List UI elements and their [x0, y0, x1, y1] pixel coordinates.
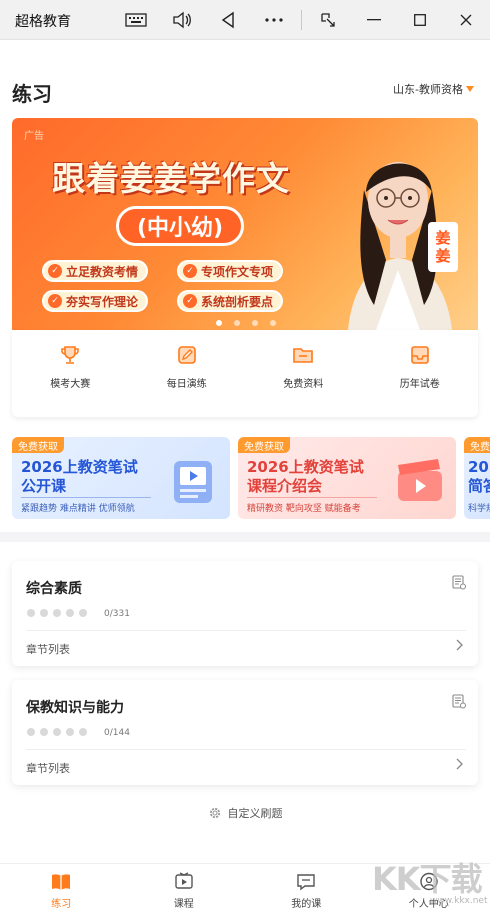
- report-icon[interactable]: [452, 694, 466, 709]
- teacher-name-tag: 姜姜: [428, 222, 458, 272]
- carousel-dot[interactable]: [234, 320, 240, 326]
- nav-label: 我的课: [291, 899, 322, 910]
- video-icon: [175, 872, 193, 889]
- ad-tag: 广告: [24, 131, 44, 142]
- subject-card[interactable]: 保教知识与能力 0/144 章节列表: [12, 680, 478, 785]
- folder-icon: [293, 348, 314, 363]
- nav-tab-practice[interactable]: 练习: [0, 864, 123, 911]
- quick-entry-label: 每日演练: [166, 379, 207, 390]
- promo-card-course-intro[interactable]: 免费获取 2026上教资笔试 课程介绍会 精研教资 靶向攻坚 赋能备考: [238, 437, 456, 519]
- quick-entry-past-papers[interactable]: 历年试卷: [362, 330, 479, 417]
- check-icon: ✓: [183, 264, 197, 278]
- quick-entry-label: 历年试卷: [399, 379, 440, 390]
- carousel-dot[interactable]: [252, 320, 258, 326]
- volume-icon[interactable]: [170, 8, 194, 32]
- watermark-text: KK下载: [372, 860, 483, 898]
- gear-icon: [209, 807, 220, 819]
- chat-icon: [297, 874, 315, 891]
- promo-divider: [247, 497, 377, 498]
- banner-subtitle: (中小幼): [116, 206, 244, 246]
- trophy-icon: [61, 346, 80, 364]
- card-separator: [26, 630, 466, 631]
- banner-point: ✓ 专项作文专项: [177, 260, 284, 282]
- keyboard-icon[interactable]: [124, 8, 148, 32]
- app-title: 超格教育: [15, 14, 71, 30]
- chevron-right-icon[interactable]: [456, 639, 464, 655]
- dropdown-triangle-icon: [466, 86, 474, 92]
- book-icon: [52, 874, 71, 890]
- maximize-icon[interactable]: [408, 8, 432, 32]
- promo-badge: 免费获取: [238, 437, 290, 453]
- chevron-right-icon[interactable]: [456, 758, 464, 774]
- quick-entry-mock-exam[interactable]: 模考大赛: [12, 330, 129, 417]
- nav-tab-my-courses[interactable]: 我的课: [245, 864, 368, 911]
- question-count: 0/331: [104, 609, 130, 619]
- region-selector[interactable]: 山东-教师资格: [393, 81, 474, 97]
- progress-rating: [27, 728, 87, 736]
- subject-card[interactable]: 综合素质 0/331 章节列表: [12, 561, 478, 666]
- chapter-list-link[interactable]: 章节列表: [26, 641, 70, 657]
- report-icon[interactable]: [452, 575, 466, 590]
- custom-practice-label: 自定义刷题: [227, 807, 283, 820]
- carousel-indicator: [216, 320, 276, 326]
- banner-point: ✓ 夯实写作理论: [42, 290, 149, 312]
- subject-title: 保教知识与能力: [26, 700, 124, 716]
- card-separator: [26, 749, 466, 750]
- inbox-icon: [410, 346, 429, 364]
- quick-entry-daily-practice[interactable]: 每日演练: [129, 330, 246, 417]
- check-icon: ✓: [48, 294, 62, 308]
- quick-entry-free-materials[interactable]: 免费资料: [245, 330, 362, 417]
- progress-rating: [27, 609, 87, 617]
- check-icon: ✓: [183, 294, 197, 308]
- promo-desc: 科学规: [468, 504, 490, 514]
- back-triangle-icon[interactable]: [216, 8, 240, 32]
- titlebar-separator: [301, 10, 302, 30]
- banner-point: ✓ 系统剖析要点: [177, 290, 284, 312]
- promo-divider: [21, 497, 151, 498]
- promo-card-partial[interactable]: 免费 202简答 科学规: [464, 437, 490, 519]
- nav-label: 练习: [51, 899, 72, 910]
- quick-entry-bar: 模考大赛 每日演练 免费资料 历年试卷: [12, 330, 478, 417]
- watermark-site: www.kkx.net: [430, 896, 488, 906]
- region-label: 山东-教师资格: [393, 83, 463, 96]
- chapter-list-link[interactable]: 章节列表: [26, 760, 70, 776]
- promo-badge: 免费获取: [12, 437, 64, 453]
- close-icon[interactable]: [454, 8, 478, 32]
- check-icon: ✓: [48, 264, 62, 278]
- banner-point: ✓ 立足教资考情: [42, 260, 149, 282]
- carousel-dot[interactable]: [216, 320, 222, 326]
- section-divider: [0, 532, 490, 542]
- video-clapper-icon: [398, 459, 442, 501]
- promo-title: 2026上教资笔试 课程介绍会: [247, 458, 364, 495]
- watermark: KK下载 www.kkx.net: [372, 850, 490, 910]
- more-icon[interactable]: [262, 8, 286, 32]
- nav-tab-courses[interactable]: 课程: [123, 864, 246, 911]
- promo-card-open-class[interactable]: 免费获取 2026上教资笔试 公开课 紧跟趋势 难点精讲 优师领航: [12, 437, 230, 519]
- quick-entry-label: 免费资料: [283, 379, 324, 390]
- promo-title: 2026上教资笔试 公开课: [21, 458, 138, 495]
- edit-icon: [177, 346, 196, 364]
- promo-title: 202简答: [468, 458, 490, 495]
- custom-practice-button[interactable]: 自定义刷题: [0, 805, 490, 821]
- question-count: 0/144: [104, 728, 130, 738]
- promo-banner[interactable]: 广告 跟着姜姜学作文 (中小幼) ✓ 立足教资考情 ✓ 专项作文专项 ✓ 夯实写作理论…: [12, 118, 478, 330]
- quick-entry-label: 模考大赛: [50, 379, 91, 390]
- snap-icon[interactable]: [316, 8, 340, 32]
- subject-title: 综合素质: [26, 581, 82, 597]
- minimize-icon[interactable]: [362, 8, 386, 32]
- promo-badge: 免费: [464, 437, 490, 453]
- carousel-dot[interactable]: [270, 320, 276, 326]
- page-title: 练习: [12, 82, 52, 106]
- promo-desc: 紧跟趋势 难点精讲 优师领航: [21, 504, 135, 514]
- nav-label: 课程: [173, 899, 194, 910]
- banner-headline: 跟着姜姜学作文: [52, 159, 290, 198]
- window-titlebar: 超格教育: [0, 0, 490, 40]
- presentation-icon: [174, 461, 212, 503]
- promo-desc: 精研教资 靶向攻坚 赋能备考: [247, 504, 361, 514]
